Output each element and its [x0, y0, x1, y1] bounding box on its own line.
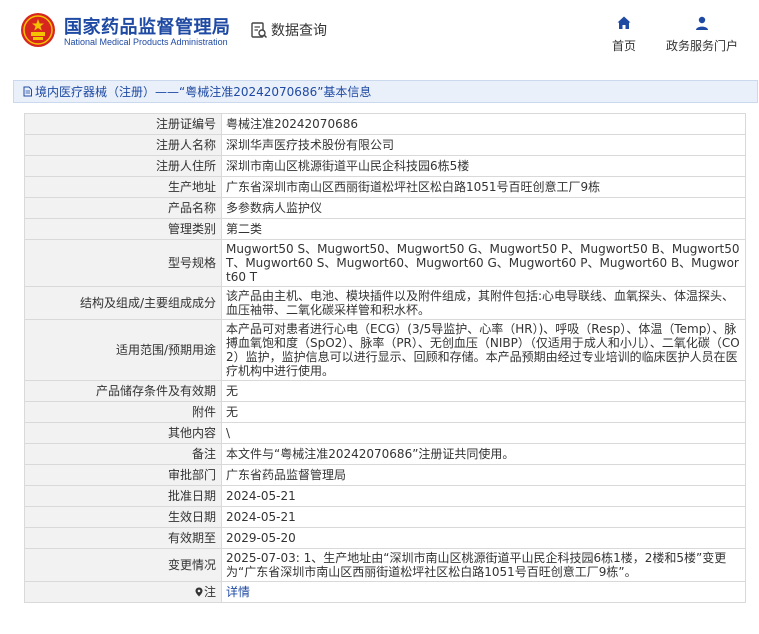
field-label: 备注	[24, 443, 222, 465]
field-value: 2029-05-20	[221, 527, 746, 549]
nav-service-portal[interactable]: 政务服务门户	[666, 15, 738, 54]
field-value: 第二类	[221, 218, 746, 240]
table-row: 结构及组成/主要组成成分 该产品由主机、电池、模块插件以及附件组成，其附件包括:…	[24, 286, 746, 320]
field-value: 多参数病人监护仪	[221, 197, 746, 219]
field-value: 无	[221, 380, 746, 402]
field-label: 批准日期	[24, 485, 222, 507]
field-label: 管理类别	[24, 218, 222, 240]
field-value: 粤械注准20242070686	[221, 113, 746, 135]
field-label: 审批部门	[24, 464, 222, 486]
field-value: 该产品由主机、电池、模块插件以及附件组成，其附件包括:心电导联线、血氧探头、体温…	[221, 286, 746, 320]
table-row: 注册人住所 深圳市南山区桃源街道平山民企科技园6栋5楼	[24, 155, 746, 177]
table-row: 适用范围/预期用途 本产品可对患者进行心电（ECG）(3/5导监护、心率（HR）…	[24, 319, 746, 381]
field-value: Mugwort50 S、Mugwort50、Mugwort50 G、Mugwor…	[221, 239, 746, 287]
field-label: 注册证编号	[24, 113, 222, 135]
field-label: 有效期至	[24, 527, 222, 549]
field-value: 深圳市南山区桃源街道平山民企科技园6栋5楼	[221, 155, 746, 177]
breadcrumb-category[interactable]: 境内医疗器械（注册）	[35, 83, 155, 100]
table-row: 生效日期 2024-05-21	[24, 506, 746, 528]
document-search-icon	[251, 22, 268, 39]
field-value: 2025-07-03: 1、生产地址由“深圳市南山区桃源街道平山民企科技园6栋1…	[221, 548, 746, 582]
breadcrumb-separator: ——	[155, 84, 180, 99]
data-query-label: 数据查询	[271, 23, 327, 39]
field-label: 附件	[24, 401, 222, 423]
org-name-cn: 国家药品监督管理局	[64, 17, 231, 38]
field-value: 详情	[221, 581, 746, 603]
field-label: 结构及组成/主要组成成分	[24, 286, 222, 320]
table-row: 注册证编号 粤械注准20242070686	[24, 113, 746, 135]
field-value: 无	[221, 401, 746, 423]
table-row: 批准日期 2024-05-21	[24, 485, 746, 507]
site-header: 国家药品监督管理局 National Medical Products Admi…	[0, 0, 759, 62]
home-icon	[617, 16, 631, 29]
field-value: 2024-05-21	[221, 485, 746, 507]
org-name-en: National Medical Products Administration	[64, 37, 228, 47]
table-row: 管理类别 第二类	[24, 218, 746, 240]
document-icon	[23, 86, 32, 97]
nav-home-label: 首页	[612, 39, 637, 53]
field-value: 广东省药品监督管理局	[221, 464, 746, 486]
table-row: 附件 无	[24, 401, 746, 423]
field-label: 注册人名称	[24, 134, 222, 156]
details-link[interactable]: 详情	[226, 585, 250, 599]
table-row: 型号规格 Mugwort50 S、Mugwort50、Mugwort50 G、M…	[24, 239, 746, 287]
field-label: 生效日期	[24, 506, 222, 528]
user-icon	[696, 16, 708, 30]
emblem-logo-icon	[21, 13, 55, 47]
table-row: 产品储存条件及有效期 无	[24, 380, 746, 402]
data-query-link[interactable]: 数据查询	[250, 20, 327, 40]
table-row: 其他内容 \	[24, 422, 746, 444]
field-label: 生产地址	[24, 176, 222, 198]
field-label: 变更情况	[24, 548, 222, 582]
table-row: 有效期至 2029-05-20	[24, 527, 746, 549]
field-value: 广东省深圳市南山区西丽街道松坪社区松白路1051号百旺创意工厂9栋	[221, 176, 746, 198]
field-value: 深圳华声医疗技术股份有限公司	[221, 134, 746, 156]
field-value: 本产品可对患者进行心电（ECG）(3/5导监护、心率（HR）)、呼吸（Resp）…	[221, 319, 746, 381]
field-value: 2024-05-21	[221, 506, 746, 528]
note-label: 注	[203, 585, 216, 599]
table-row: 审批部门 广东省药品监督管理局	[24, 464, 746, 486]
table-row: 备注 本文件与“粤械注准20242070686”注册证共同使用。	[24, 443, 746, 465]
registration-detail-table: 注册证编号 粤械注准20242070686 注册人名称 深圳华声医疗技术股份有限…	[24, 113, 746, 603]
nav-home[interactable]: 首页	[612, 15, 636, 54]
field-label: 注册人住所	[24, 155, 222, 177]
field-label: 产品名称	[24, 197, 222, 219]
field-value: \	[221, 422, 746, 444]
breadcrumb: 境内医疗器械（注册） —— “粤械注准20242070686”基本信息	[13, 80, 758, 103]
table-row: 变更情况 2025-07-03: 1、生产地址由“深圳市南山区桃源街道平山民企科…	[24, 548, 746, 582]
table-row: 注 详情	[24, 581, 746, 603]
nav-portal-label: 政务服务门户	[666, 39, 739, 53]
field-label: 其他内容	[24, 422, 222, 444]
field-label: 产品储存条件及有效期	[24, 380, 222, 402]
field-label: 适用范围/预期用途	[24, 319, 222, 381]
table-row: 注册人名称 深圳华声医疗技术股份有限公司	[24, 134, 746, 156]
table-row: 产品名称 多参数病人监护仪	[24, 197, 746, 219]
field-label: 注	[24, 581, 222, 603]
breadcrumb-subject: “粤械注准20242070686”基本信息	[179, 85, 372, 99]
field-label: 型号规格	[24, 239, 222, 287]
table-row: 生产地址 广东省深圳市南山区西丽街道松坪社区松白路1051号百旺创意工厂9栋	[24, 176, 746, 198]
location-pin-icon	[195, 587, 203, 597]
field-value: 本文件与“粤械注准20242070686”注册证共同使用。	[221, 443, 746, 465]
